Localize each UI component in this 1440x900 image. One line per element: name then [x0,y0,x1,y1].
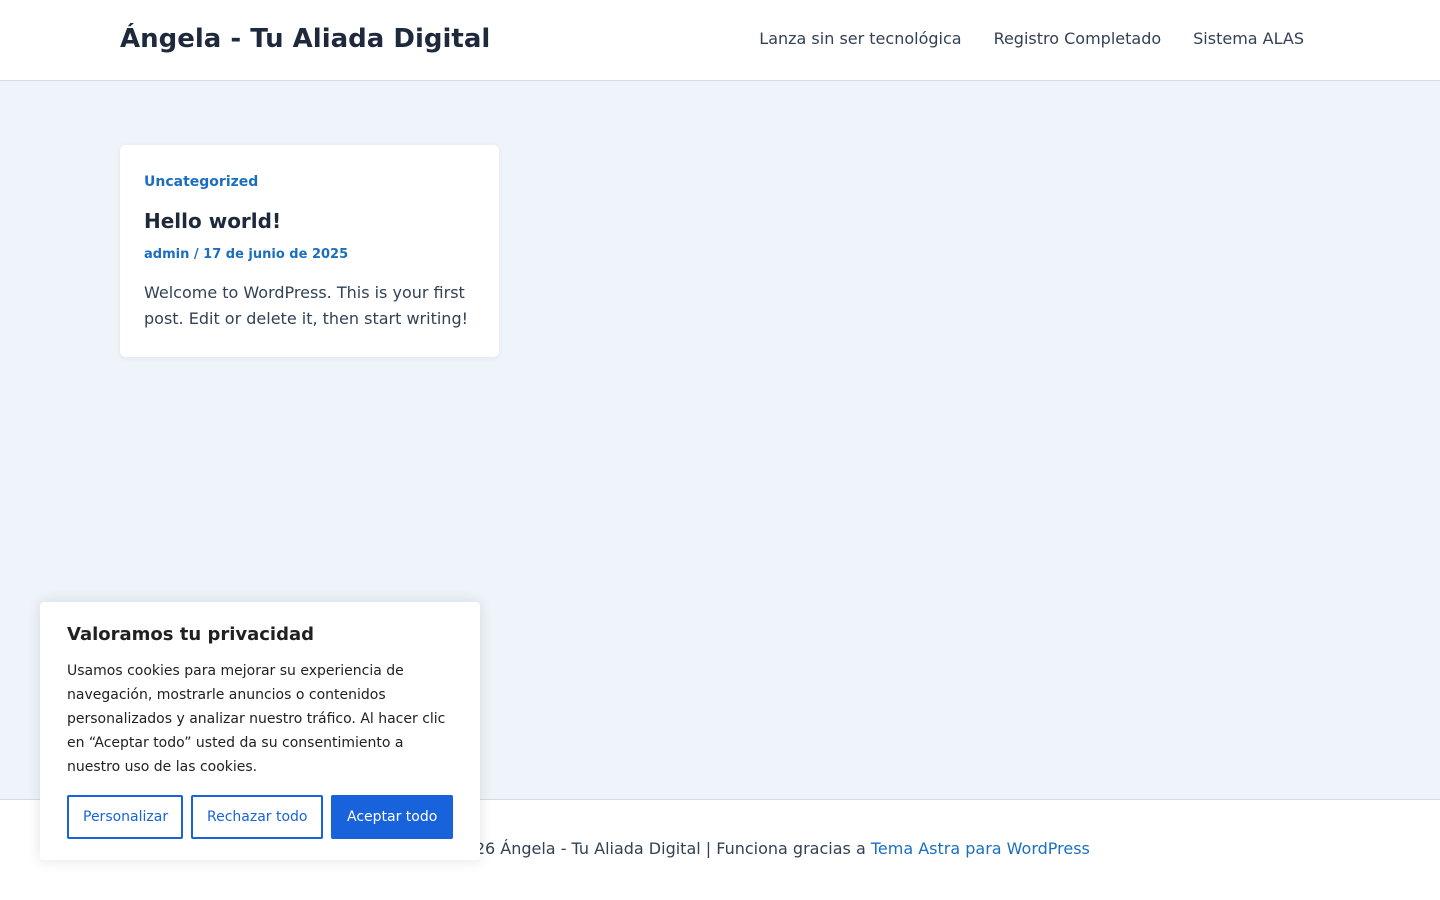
cookie-banner-text: Usamos cookies para mejorar su experienc… [67,663,446,775]
post-meta-separator: / [189,247,204,262]
post-category-link[interactable]: Uncategorized [144,173,258,191]
post-date[interactable]: 17 de junio de 2025 [203,247,348,262]
footer-theme-link[interactable]: Tema Astra para WordPress [871,839,1090,858]
cookie-button-group: Personalizar Rechazar todo Aceptar todo [67,795,453,839]
cookie-consent-banner: Valoramos tu privacidad Usamos cookies p… [40,602,480,860]
post-excerpt: Welcome to WordPress. This is your first… [144,283,469,328]
post-author-link[interactable]: admin [144,247,189,262]
post-card: Uncategorized Hello world! admin / 17 de… [120,145,499,357]
customize-button[interactable]: Personalizar [67,795,183,839]
reject-all-button[interactable]: Rechazar todo [191,795,323,839]
post-title[interactable]: Hello world! [144,208,281,234]
nav-item-sistema-alas[interactable]: Sistema ALAS [1193,28,1304,50]
site-title[interactable]: Ángela - Tu Aliada Digital [120,21,490,57]
post-meta: admin / 17 de junio de 2025 [144,246,348,264]
nav-item-registro[interactable]: Registro Completado [994,28,1162,50]
accept-all-button[interactable]: Aceptar todo [331,795,453,839]
cookie-banner-title: Valoramos tu privacidad [67,624,315,645]
main-navigation: Lanza sin ser tecnológica Registro Compl… [759,28,1304,50]
nav-item-lanza[interactable]: Lanza sin ser tecnológica [759,28,961,50]
site-header: Ángela - Tu Aliada Digital Lanza sin ser… [0,0,1440,81]
